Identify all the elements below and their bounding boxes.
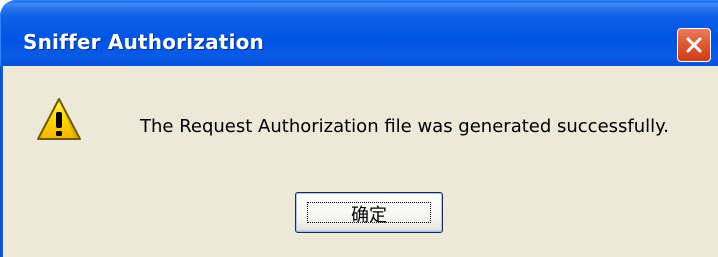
close-icon xyxy=(686,37,702,53)
window-frame xyxy=(0,66,3,257)
dialog-window: Sniffer Authorization The Request Author… xyxy=(0,0,718,257)
ok-button-label: 确定 xyxy=(351,205,387,226)
title-bar[interactable]: Sniffer Authorization xyxy=(0,0,718,66)
close-button[interactable] xyxy=(677,28,711,62)
warning-icon xyxy=(37,98,81,140)
ok-button[interactable]: 确定 xyxy=(295,192,443,233)
dialog-message: The Request Authorization file was gener… xyxy=(140,116,669,137)
window-title: Sniffer Authorization xyxy=(23,30,264,54)
